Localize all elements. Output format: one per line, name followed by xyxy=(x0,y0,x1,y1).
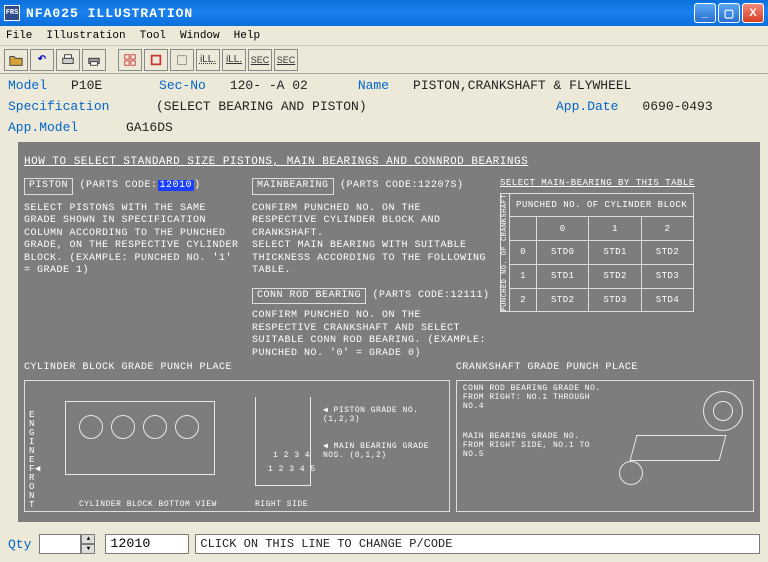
ill-dotted-icon[interactable]: iLL. xyxy=(196,49,220,71)
mainbearing-text: CONFIRM PUNCHED NO. ON THE RESPECTIVE CY… xyxy=(252,203,492,278)
appdate-value: 0690-0493 xyxy=(642,99,712,114)
connrod-grade-label: CONN ROD BEARING GRADE NO. FROM RIGHT: N… xyxy=(463,385,603,411)
window-title: NFA025 ILLUSTRATION xyxy=(26,6,692,21)
cell-22: STD4 xyxy=(641,288,693,312)
row-2-h: 2 xyxy=(510,288,537,312)
maximize-button[interactable]: ▢ xyxy=(718,3,740,23)
model-value: P10E xyxy=(71,78,102,93)
row-axis-label: PUNCHED NO. OF CRANKSHAFT xyxy=(501,194,509,312)
mainb-grade-label: ◀ MAIN BEARING GRADE NOS. (0,1,2) xyxy=(323,441,443,460)
minimize-button[interactable]: _ xyxy=(694,3,716,23)
cell-21: STD3 xyxy=(589,288,641,312)
qty-up-icon[interactable]: ▲ xyxy=(81,534,95,544)
piston-text: SELECT PISTONS WITH THE SAME GRADE SHOWN… xyxy=(24,203,244,278)
row-1-h: 1 xyxy=(510,264,537,288)
piston-parts-post: ) xyxy=(194,180,201,191)
open-icon[interactable] xyxy=(4,49,28,71)
bearing-table: PUNCHED NO. OF CRANKSHAFT PUNCHED NO. OF… xyxy=(500,193,694,313)
qty-down-icon[interactable]: ▼ xyxy=(81,544,95,554)
bottom-view-label: CYLINDER BLOCK BOTTOM VIEW xyxy=(79,501,217,509)
connrod-parts: (PARTS CODE:12111) xyxy=(373,290,490,301)
cell-01: STD1 xyxy=(589,241,641,265)
name-value: PISTON,CRANKSHAFT & FLYWHEEL xyxy=(413,78,631,93)
piston-section: PISTON (PARTS CODE:12010) SELECT PISTONS… xyxy=(24,178,244,360)
cylinder-block-drawing: ENGINEF◀RONT 1 2 3 4 1 2 3 4 5 ◀ PISTON … xyxy=(24,380,450,512)
grid-icon[interactable] xyxy=(118,49,142,71)
red-square-icon[interactable] xyxy=(144,49,168,71)
toolbar: ↶ iLL. iLL. SEC SEC xyxy=(0,46,768,74)
cell-00: STD0 xyxy=(537,241,589,265)
cell-10: STD1 xyxy=(537,264,589,288)
piston-parts-pre: (PARTS CODE: xyxy=(80,180,158,191)
mainbearing-box: MAINBEARING xyxy=(252,178,334,195)
secno-label: Sec-No xyxy=(159,78,206,93)
ill-solid-icon[interactable]: iLL. xyxy=(222,49,246,71)
row-0-h: 0 xyxy=(510,241,537,265)
col-axis-label: PUNCHED NO. OF CYLINDER BLOCK xyxy=(510,193,694,217)
piston-box: PISTON xyxy=(24,178,73,195)
engine-front-label: ENGINEF◀RONT xyxy=(29,411,41,510)
crankshaft-drawing: CONN ROD BEARING GRADE NO. FROM RIGHT: N… xyxy=(456,380,754,512)
piston-grade-label: ◀ PISTON GRADE NO. (1,2,3) xyxy=(323,405,443,424)
right-side-label: RIGHT SIDE xyxy=(255,500,308,509)
mainb-grade-r-label: MAIN BEARING GRADE NO. FROM RIGHT SIDE, … xyxy=(463,433,603,459)
dotted-square-icon[interactable] xyxy=(170,49,194,71)
bottom-bar: Qty ▲▼ CLICK ON THIS LINE TO CHANGE P/CO… xyxy=(0,534,768,554)
spec-label: Specification xyxy=(8,99,109,114)
qty-stepper[interactable]: ▲▼ xyxy=(81,534,95,554)
col-0: 0 xyxy=(537,217,589,241)
col-1: 1 xyxy=(589,217,641,241)
secno-value: 120- -A 02 xyxy=(230,78,308,93)
cell-20: STD2 xyxy=(537,288,589,312)
qty-input[interactable] xyxy=(39,534,81,554)
titlebar: FRS NFA025 ILLUSTRATION _ ▢ X xyxy=(0,0,768,26)
hint-line[interactable]: CLICK ON THIS LINE TO CHANGE P/CODE xyxy=(195,534,760,554)
illustration-panel: HOW TO SELECT STANDARD SIZE PISTONS, MAI… xyxy=(18,142,760,522)
printer-icon[interactable] xyxy=(82,49,106,71)
sec-icon[interactable]: SEC xyxy=(248,49,272,71)
right-draw-title: CRANKSHAFT GRADE PUNCH PLACE xyxy=(456,362,638,373)
cell-12: STD3 xyxy=(641,264,693,288)
close-button[interactable]: X xyxy=(742,3,764,23)
qty-label: Qty xyxy=(8,537,31,552)
model-label: Model xyxy=(8,78,47,93)
spec-value: (SELECT BEARING AND PISTON) xyxy=(156,99,367,114)
name-label: Name xyxy=(358,78,389,93)
menu-illustration[interactable]: Illustration xyxy=(46,30,125,42)
menu-file[interactable]: File xyxy=(6,30,32,42)
cell-11: STD2 xyxy=(589,264,641,288)
cell-02: STD2 xyxy=(641,241,693,265)
mainbearing-section: MAINBEARING (PARTS CODE:12207S) CONFIRM … xyxy=(252,178,492,360)
illus-heading: HOW TO SELECT STANDARD SIZE PISTONS, MAI… xyxy=(24,156,754,168)
connrod-box: CONN ROD BEARING xyxy=(252,288,366,305)
connrod-text: CONFIRM PUNCHED NO. ON THE RESPECTIVE CR… xyxy=(252,310,492,360)
code-input[interactable] xyxy=(105,534,189,554)
mainbearing-parts: (PARTS CODE:12207S) xyxy=(340,180,464,191)
info-panel: Model P10E Sec-No 120- -A 02 Name PISTON… xyxy=(0,74,768,140)
bearing-table-section: SELECT MAIN-BEARING BY THIS TABLE PUNCHE… xyxy=(500,178,754,360)
nums-b: 1 2 3 4 5 xyxy=(268,465,316,474)
appmodel-value: GA16DS xyxy=(126,120,173,135)
menubar: File Illustration Tool Window Help xyxy=(0,26,768,46)
appdate-label: App.Date xyxy=(556,99,618,114)
piston-parts-code[interactable]: 12010 xyxy=(158,180,195,191)
menu-help[interactable]: Help xyxy=(234,30,260,42)
table-title: SELECT MAIN-BEARING BY THIS TABLE xyxy=(500,178,754,188)
undo-icon[interactable]: ↶ xyxy=(30,49,54,71)
col-2: 2 xyxy=(641,217,693,241)
left-draw-title: CYLINDER BLOCK GRADE PUNCH PLACE xyxy=(24,362,232,373)
menu-tool[interactable]: Tool xyxy=(140,30,166,42)
print-icon[interactable] xyxy=(56,49,80,71)
sec2-icon[interactable]: SEC xyxy=(274,49,298,71)
menu-window[interactable]: Window xyxy=(180,30,220,42)
app-icon: FRS xyxy=(4,5,20,21)
appmodel-label: App.Model xyxy=(8,120,78,135)
nums-a: 1 2 3 4 xyxy=(273,451,310,460)
